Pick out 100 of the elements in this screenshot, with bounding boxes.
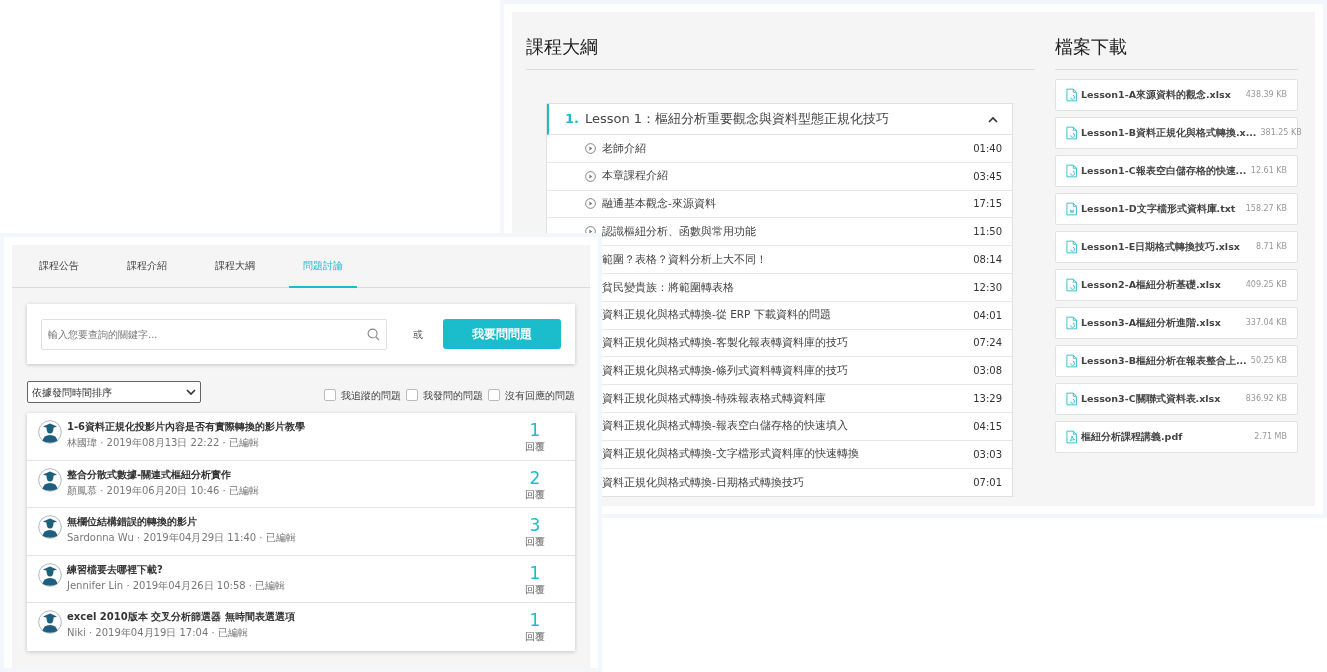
filter-label: 我發問的問題 bbox=[423, 388, 483, 403]
lesson-duration: 17:15 bbox=[973, 197, 1002, 212]
file-icon bbox=[1066, 354, 1077, 368]
file-download-item[interactable]: Lesson1-D文字檔形式資料庫.txt 158.27 KB bbox=[1055, 193, 1298, 225]
question-meta: 林國瑋 · 2019年08月13日 22:22 · 已編輯 bbox=[67, 436, 260, 449]
reply-label: 回覆 bbox=[525, 487, 545, 501]
file-icon bbox=[1066, 88, 1077, 102]
file-icon bbox=[1066, 240, 1077, 254]
file-name: Lesson1-A來源資料的觀念.xlsx bbox=[1081, 87, 1231, 102]
file-name: Lesson1-D文字檔形式資料庫.txt bbox=[1081, 201, 1236, 216]
lesson-duration: 08:14 bbox=[973, 253, 1002, 268]
question-title: 整合分散式數據-關連式樞紐分析實作 bbox=[67, 467, 233, 482]
lesson-title[interactable]: 認識樞紐分析、函數與常用功能 bbox=[602, 223, 756, 240]
file-download-item[interactable]: Lesson3-B樞紐分析在報表整合上... 50.25 KB bbox=[1055, 345, 1298, 377]
file-size: 8.71 KB bbox=[1255, 241, 1287, 253]
chevron-up-icon[interactable] bbox=[988, 115, 998, 123]
question-item[interactable]: excel 2010版本 交叉分析篩選器 無時間表選選項 Niki · 2019年04月19日 17:04 · 已編輯 1 回覆 bbox=[27, 603, 575, 651]
lesson-duration: 13:29 bbox=[973, 392, 1002, 407]
file-icon bbox=[1066, 392, 1077, 406]
file-name: 樞紐分析課程講義.pdf bbox=[1081, 429, 1183, 444]
reply-label: 回覆 bbox=[525, 440, 545, 453]
lesson-duration: 07:24 bbox=[973, 336, 1002, 351]
lesson-title[interactable]: 資料正規化與格式轉換-從 ERP 下載資料的問題 bbox=[602, 307, 831, 324]
file-download-item[interactable]: Lesson2-A樞紐分析基礎.xlsx 409.25 KB bbox=[1055, 269, 1298, 301]
question-meta: Sardonna Wu · 2019年04月29日 11:40 · 已編輯 bbox=[67, 531, 296, 544]
lesson-duration: 07:01 bbox=[973, 475, 1002, 490]
tab[interactable]: 課程公告 bbox=[25, 245, 93, 288]
question-title: 1-6資料正規化投影片內容是否有實際轉換的影片教學 bbox=[67, 420, 306, 434]
lesson-title[interactable]: 資料正規化與格式轉換-報表空白儲存格的快速填入 bbox=[602, 418, 848, 435]
chapter-number: 1. bbox=[565, 110, 579, 129]
lesson-title[interactable]: 資料正規化與格式轉換-特殊報表格式轉資料庫 bbox=[602, 390, 826, 407]
file-size: 158.27 KB bbox=[1245, 203, 1287, 215]
file-name: Lesson1-B資料正規化與格式轉換.x... bbox=[1081, 125, 1257, 140]
graduate-avatar-icon bbox=[38, 515, 62, 539]
file-name: Lesson3-C關聯式資料表.xlsx bbox=[1081, 391, 1221, 406]
checkbox[interactable] bbox=[406, 389, 418, 401]
file-download-item[interactable]: Lesson1-E日期格式轉換技巧.xlsx 8.71 KB bbox=[1055, 231, 1298, 263]
file-size: 12.61 KB bbox=[1250, 165, 1287, 177]
file-download-item[interactable]: Lesson3-C關聯式資料表.xlsx 836.92 KB bbox=[1055, 383, 1298, 415]
question-item[interactable]: 練習檔要去哪裡下載? Jennifer Lin · 2019年04月26日 10:58 · 已編輯 1 回覆 bbox=[27, 555, 575, 603]
question-item[interactable]: 無欄位結構錯誤的轉換的影片 Sardonna Wu · 2019年04月29日 11:40 · 已編輯 3 回覆 bbox=[27, 508, 575, 556]
lesson-title[interactable]: 範圍？表格？資料分析上大不同！ bbox=[602, 251, 767, 268]
file-size: 2.71 MB bbox=[1254, 431, 1287, 443]
search-icon[interactable] bbox=[367, 327, 380, 341]
reply-count: 3 bbox=[529, 515, 541, 535]
lesson-title[interactable]: 老師介紹 bbox=[602, 140, 646, 157]
file-download-item[interactable]: Lesson1-A來源資料的觀念.xlsx 438.39 KB bbox=[1055, 79, 1298, 111]
question-title: excel 2010版本 交叉分析篩選器 無時間表選選項 bbox=[67, 610, 295, 624]
reply-label: 回覆 bbox=[525, 582, 545, 596]
question-meta: Jennifer Lin · 2019年04月26日 10:58 · 已編輯 bbox=[67, 578, 286, 592]
checkbox[interactable] bbox=[324, 389, 336, 401]
file-name: Lesson3-A樞紐分析進階.xlsx bbox=[1081, 315, 1221, 330]
question-meta: 顏鳳慕 · 2019年06月20日 10:46 · 已編輯 bbox=[67, 483, 259, 497]
question-item[interactable]: 1-6資料正規化投影片內容是否有實際轉換的影片教學 林國瑋 · 2019年08月13日 22:22 · 已編輯 1 回覆 bbox=[27, 413, 575, 461]
lesson-duration: 03:03 bbox=[973, 447, 1002, 462]
graduate-avatar-icon bbox=[38, 420, 62, 444]
reply-count: 1 bbox=[529, 610, 541, 630]
lesson-duration: 04:15 bbox=[973, 419, 1002, 434]
lesson-title[interactable]: 融通基本觀念-來源資料 bbox=[602, 196, 716, 212]
graduate-avatar-icon bbox=[38, 610, 62, 634]
reply-count: 2 bbox=[529, 467, 541, 488]
lesson-duration: 03:08 bbox=[973, 364, 1002, 379]
lesson-duration: 12:30 bbox=[973, 280, 1002, 295]
file-name: Lesson2-A樞紐分析基礎.xlsx bbox=[1081, 277, 1221, 292]
file-size: 409.25 KB bbox=[1245, 279, 1287, 291]
file-download-item[interactable]: Lesson3-A樞紐分析進階.xlsx 337.04 KB bbox=[1055, 307, 1298, 339]
reply-count: 1 bbox=[529, 562, 541, 583]
lesson-title[interactable]: 資料正規化與格式轉換-文字檔形式資料庫的快速轉換 bbox=[602, 446, 859, 463]
filter-label: 沒有回應的問題 bbox=[505, 388, 575, 403]
file-size: 836.92 KB bbox=[1245, 393, 1287, 405]
section-title: 課程大綱 bbox=[526, 35, 599, 59]
sort-dropdown[interactable]: 依據發問時間排序 bbox=[27, 381, 201, 403]
tab[interactable]: 課程大綱 bbox=[201, 245, 269, 288]
file-size: 438.39 KB bbox=[1245, 89, 1287, 101]
file-size: 50.25 KB bbox=[1250, 355, 1287, 367]
chevron-down-icon[interactable] bbox=[186, 388, 196, 396]
lesson-duration: 04:01 bbox=[973, 308, 1002, 323]
file-name: Lesson3-B樞紐分析在報表整合上... bbox=[1081, 353, 1247, 368]
file-download-item[interactable]: 樞紐分析課程講義.pdf 2.71 MB bbox=[1055, 421, 1298, 453]
or-label: 或 bbox=[413, 327, 423, 342]
file-size: 337.04 KB bbox=[1245, 317, 1287, 329]
chapter-header[interactable]: 1. Lesson 1：樞紐分析重要觀念與資料型態正規化技巧 bbox=[547, 104, 1012, 135]
lesson-title[interactable]: 資料正規化與格式轉換-條列式資料轉資料庫的技巧 bbox=[602, 362, 848, 379]
file-download-item[interactable]: Lesson1-C報表空白儲存格的快速... 12.61 KB bbox=[1055, 155, 1298, 187]
chapter-title: Lesson 1：樞紐分析重要觀念與資料型態正規化技巧 bbox=[585, 110, 890, 129]
lesson-title[interactable]: 貧民變貴族：將範圍轉表格 bbox=[602, 279, 734, 296]
question-item[interactable]: 整合分散式數據-關連式樞紐分析實作 顏鳳慕 · 2019年06月20日 10:46 · 已編輯 2 回覆 bbox=[27, 460, 575, 508]
lesson-title[interactable]: 資料正規化與格式轉換-客製化報表轉資料庫的技巧 bbox=[602, 335, 848, 351]
tab[interactable]: 課程介紹 bbox=[113, 245, 181, 288]
lesson-title[interactable]: 本章課程介紹 bbox=[602, 168, 668, 185]
lesson-title[interactable]: 資料正規化與格式轉換-日期格式轉換技巧 bbox=[602, 474, 804, 491]
checkbox[interactable] bbox=[488, 389, 500, 401]
file-name: Lesson1-E日期格式轉換技巧.xlsx bbox=[1081, 239, 1240, 254]
file-icon bbox=[1066, 202, 1077, 216]
lesson-duration: 11:50 bbox=[973, 225, 1002, 240]
search-field[interactable]: 輸入您要查詢的關鍵字... bbox=[41, 318, 387, 350]
lesson-duration: 01:40 bbox=[973, 141, 1002, 156]
section-title: 檔案下載 bbox=[1055, 35, 1128, 59]
question-meta: Niki · 2019年04月19日 17:04 · 已編輯 bbox=[67, 626, 249, 639]
graduate-avatar-icon bbox=[38, 562, 62, 587]
